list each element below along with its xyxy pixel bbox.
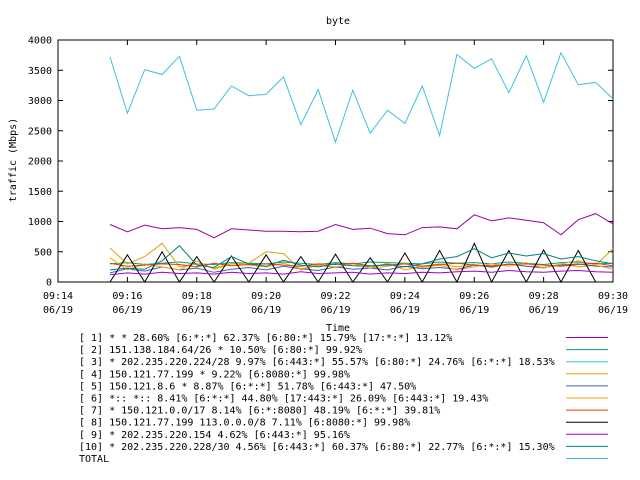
x-tick-time: 09:30	[598, 291, 628, 302]
y-tick-label: 1500	[28, 187, 52, 198]
y-axis-ticks: 0 500 1000 1500 2000 2500 3000 3500 4000	[28, 36, 613, 289]
y-tick-label: 4000	[28, 36, 52, 47]
x-tick-date: 06/19	[182, 305, 212, 316]
series-line-1	[109, 213, 614, 239]
y-tick-label: 2000	[28, 157, 52, 168]
y-tick-label: 500	[34, 247, 52, 258]
x-tick-date: 06/19	[459, 305, 489, 316]
plot-frame	[57, 39, 614, 283]
y-tick-label: 2500	[28, 126, 52, 137]
legend-entry-5: [ 5] 150.121.8.6 * 8.87% [6:*:*] 51.78% …	[79, 381, 416, 392]
x-tick-time: 09:16	[112, 291, 142, 302]
legend-entry-4: [ 4] 150.121.77.199 * 9.22% [6:8080:*] 9…	[79, 369, 350, 380]
y-tick-label: 1000	[28, 217, 52, 228]
traffic-chart: byte traffic (Mbps) Time 050010001500200…	[8, 16, 628, 465]
y-tick-label: 0	[46, 278, 52, 289]
x-tick-date: 06/19	[112, 305, 142, 316]
x-axis-ticks: 09:14 06/19 09:16 06/19 09:18 06/19 09:20 06/19…	[43, 40, 628, 316]
legend-entry-1: [ 1] * * 28.60% [6:*:*] 62.37% [6:80:*] …	[79, 333, 452, 344]
y-axis-label: traffic (Mbps)	[8, 118, 19, 202]
x-tick-time: 09:18	[182, 291, 212, 302]
x-tick-time: 09:20	[251, 291, 281, 302]
series-lines	[109, 51, 614, 284]
y-tick-label: 3000	[28, 96, 52, 107]
y-tick-label: 3500	[28, 66, 52, 77]
x-tick-date: 06/19	[43, 305, 73, 316]
legend-entry-3: [ 3] * 202.235.220.224/28 9.97% [6:443:*…	[79, 357, 555, 368]
legend-entry-2: [ 2] 151.138.184.64/26 * 10.50% [6:80:*]…	[79, 345, 362, 356]
series-line-3	[109, 51, 614, 144]
legend-entry-9: [ 9] * 202.235.220.154 4.62% [6:443:*] 9…	[79, 430, 350, 441]
x-tick-date: 06/19	[529, 305, 559, 316]
x-tick-time: 09:26	[459, 291, 489, 302]
x-tick-date: 06/19	[251, 305, 281, 316]
legend-entry-7: [ 7] * 150.121.0.0/17 8.14% [6:*:8080] 4…	[79, 406, 440, 417]
chart-title: byte	[326, 16, 350, 27]
legend: [ 1] * * 28.60% [6:*:*] 62.37% [6:80:*] …	[79, 333, 608, 465]
x-tick-date: 06/19	[390, 305, 420, 316]
x-tick-time: 09:14	[43, 291, 73, 302]
legend-entry-total: TOTAL	[79, 454, 109, 465]
x-tick-date: 06/19	[598, 305, 628, 316]
x-tick-time: 09:22	[320, 291, 350, 302]
legend-entry-10: [10] * 202.235.220.228/30 4.56% [6:443:*…	[79, 442, 555, 453]
x-tick-time: 09:28	[529, 291, 559, 302]
x-tick-time: 09:24	[390, 291, 420, 302]
legend-entry-6: [ 6] *:: *:: 8.41% [6:*:*] 44.80% [17:44…	[79, 394, 488, 405]
legend-entry-8: [ 8] 150.121.77.199 113.0.0.0/8 7.11% [6…	[79, 418, 410, 429]
x-tick-date: 06/19	[320, 305, 350, 316]
